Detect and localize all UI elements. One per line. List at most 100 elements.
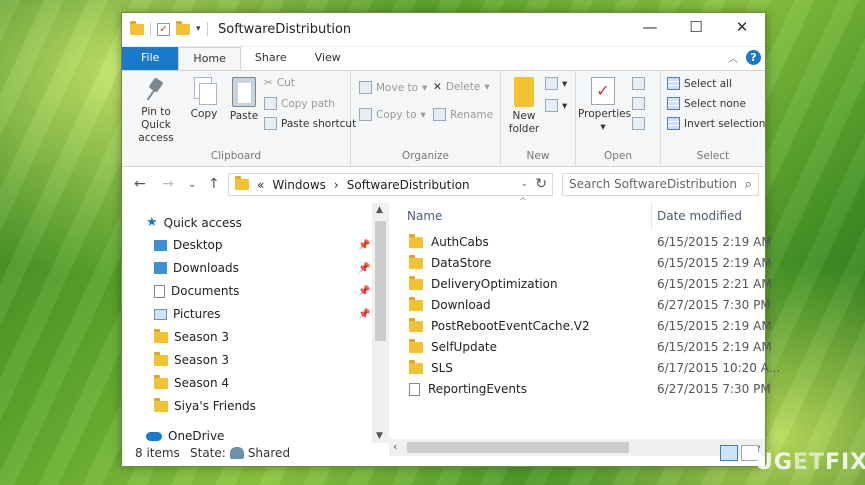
help-icon[interactable]: ? xyxy=(746,50,761,65)
paste-shortcut-icon xyxy=(264,117,277,130)
window-controls: — ☐ ✕ xyxy=(627,13,765,43)
copy-path-button[interactable]: Copy path xyxy=(264,97,335,110)
pin-icon[interactable]: 📌 xyxy=(358,240,370,251)
file-row[interactable]: Download 6/27/2015 7:30 PM xyxy=(389,296,771,317)
refresh-icon[interactable]: ↻ xyxy=(535,176,547,192)
window-title: SoftwareDistribution xyxy=(218,22,352,37)
file-row[interactable]: DeliveryOptimization 6/15/2015 2:21 AM xyxy=(389,275,772,296)
folder-icon xyxy=(235,176,249,190)
close-button[interactable]: ✕ xyxy=(719,13,765,43)
file-row[interactable]: AuthCabs 6/15/2015 2:19 AM xyxy=(389,233,772,254)
new-folder-icon xyxy=(514,77,534,107)
breadcrumb-windows[interactable]: Windows xyxy=(272,178,326,192)
forward-arrow-icon[interactable]: → xyxy=(162,176,174,192)
maximize-button[interactable]: ☐ xyxy=(673,13,719,43)
column-header-date-modified[interactable]: Date modified xyxy=(657,203,742,229)
move-to-button[interactable]: Move to ▾ xyxy=(359,81,427,94)
nav-item-downloads[interactable]: Downloads xyxy=(154,261,239,275)
file-row[interactable]: SelfUpdate 6/15/2015 2:19 AM xyxy=(389,338,772,359)
open-button[interactable] xyxy=(632,77,645,90)
nav-quick-access[interactable]: ★ Quick access xyxy=(146,215,242,230)
file-row[interactable]: ReportingEvents 6/27/2015 7:30 PM xyxy=(389,380,771,401)
properties-button[interactable]: ✓ Properties ▾ xyxy=(578,77,631,134)
nav-item-documents[interactable]: Documents xyxy=(154,284,239,298)
nav-item-desktop[interactable]: Desktop xyxy=(154,238,223,252)
copy-to-label: Copy to xyxy=(376,108,417,121)
copy-to-button[interactable]: Copy to ▾ xyxy=(359,108,426,121)
status-bar: 8 items State: Shared xyxy=(122,442,765,466)
tab-share[interactable]: Share xyxy=(241,47,301,70)
address-bar[interactable]: « Windows › SoftwareDistribution ⌄ ↻ xyxy=(228,173,553,196)
nav-item-season-4[interactable]: Season 4 xyxy=(154,374,229,390)
breadcrumb-overflow[interactable]: « xyxy=(257,178,264,192)
nav-item-label: Siya's Friends xyxy=(174,399,256,413)
search-icon[interactable]: ⌕ xyxy=(745,177,752,192)
address-dropdown-icon[interactable]: ⌄ xyxy=(520,179,528,189)
new-item-button[interactable]: ▾ xyxy=(545,77,567,90)
up-arrow-icon[interactable]: ↑ xyxy=(208,176,220,192)
cut-button[interactable]: ✂ Cut xyxy=(264,77,295,89)
file-date: 6/27/2015 7:30 PM xyxy=(657,382,771,396)
rename-button[interactable]: Rename xyxy=(433,108,493,121)
pin-label-line2: access xyxy=(138,132,174,144)
desktop-icon xyxy=(154,239,167,251)
file-name-cell: SLS xyxy=(409,359,453,375)
nav-pane-scrollbar[interactable]: ▲ ▼ xyxy=(372,203,389,443)
paste-shortcut-button[interactable]: Paste shortcut xyxy=(264,117,356,130)
nav-item-label: Desktop xyxy=(173,238,223,252)
recent-locations-chevron-icon[interactable]: ⌄ xyxy=(188,179,196,190)
pin-icon[interactable]: 📌 xyxy=(358,263,370,274)
copy-button[interactable]: Copy xyxy=(186,77,222,121)
tab-file[interactable]: File xyxy=(122,47,179,70)
delete-button[interactable]: ✕ Delete ▾ xyxy=(433,81,490,93)
file-row[interactable]: SLS 6/17/2015 10:20 A... xyxy=(389,359,780,380)
pin-to-quick-access-button[interactable]: Pin to Quick access xyxy=(128,77,184,145)
pin-icon[interactable]: 📌 xyxy=(358,286,370,297)
scroll-down-icon[interactable]: ▼ xyxy=(376,431,383,441)
nav-onedrive[interactable]: OneDrive xyxy=(146,429,224,443)
downloads-icon xyxy=(154,262,167,274)
nav-item-siyas-friends[interactable]: Siya's Friends xyxy=(154,397,256,413)
minimize-button[interactable]: — xyxy=(627,13,673,43)
select-none-button[interactable]: Select none xyxy=(667,97,746,110)
file-row[interactable]: PostRebootEventCache.V2 6/15/2015 2:19 A… xyxy=(389,317,772,338)
easy-access-button[interactable]: ▾ xyxy=(545,99,567,112)
ribbon-tabs: File Home Share View ︿ ? xyxy=(122,47,765,70)
tab-view[interactable]: View xyxy=(301,47,355,70)
folder-icon xyxy=(409,317,423,332)
view-toggle xyxy=(720,445,759,461)
pin-icon[interactable]: 📌 xyxy=(358,309,370,320)
history-button[interactable] xyxy=(632,117,645,130)
properties-check-icon[interactable]: ✓ xyxy=(157,22,170,36)
new-folder-icon[interactable] xyxy=(176,20,190,35)
folder-icon xyxy=(409,254,423,269)
file-row[interactable]: DataStore 6/15/2015 2:19 AM xyxy=(389,254,772,275)
nav-item-season-3[interactable]: Season 3 xyxy=(154,328,229,344)
file-date: 6/15/2015 2:21 AM xyxy=(657,277,772,291)
customize-toolbar-icon[interactable]: ▾ xyxy=(196,24,201,34)
folder-icon xyxy=(409,338,423,353)
details-view-icon[interactable] xyxy=(720,445,738,461)
clipboard-group: Pin to Quick access Copy Paste ✂ Cut Cop… xyxy=(122,71,356,166)
tab-home[interactable]: Home xyxy=(178,47,241,70)
nav-item-pictures[interactable]: Pictures xyxy=(154,307,221,321)
select-none-label: Select none xyxy=(684,97,746,110)
column-divider[interactable] xyxy=(651,203,652,229)
breadcrumb-softwaredistribution[interactable]: SoftwareDistribution xyxy=(347,178,470,192)
paste-button[interactable]: Paste xyxy=(226,77,262,123)
back-arrow-icon[interactable]: ← xyxy=(134,176,146,192)
select-all-button[interactable]: Select all xyxy=(667,77,732,90)
ugetfix-watermark-logo: UGETFIX xyxy=(755,450,865,475)
scroll-up-icon[interactable]: ▲ xyxy=(376,205,383,215)
invert-selection-button[interactable]: Invert selection xyxy=(667,117,765,130)
scrollbar-thumb[interactable] xyxy=(375,221,386,341)
breadcrumb-separator[interactable]: › xyxy=(334,178,339,192)
column-header-name[interactable]: Name xyxy=(407,203,442,229)
search-input[interactable]: Search SoftwareDistribution ⌕ xyxy=(562,173,759,196)
collapse-ribbon-icon[interactable]: ︿ xyxy=(728,50,738,65)
new-folder-button[interactable]: New folder xyxy=(505,77,543,136)
nav-item-season-3[interactable]: Season 3 xyxy=(154,351,230,367)
item-count: 8 items xyxy=(135,446,180,460)
nav-item-label: Season 3 xyxy=(174,353,230,367)
edit-button[interactable] xyxy=(632,97,645,110)
